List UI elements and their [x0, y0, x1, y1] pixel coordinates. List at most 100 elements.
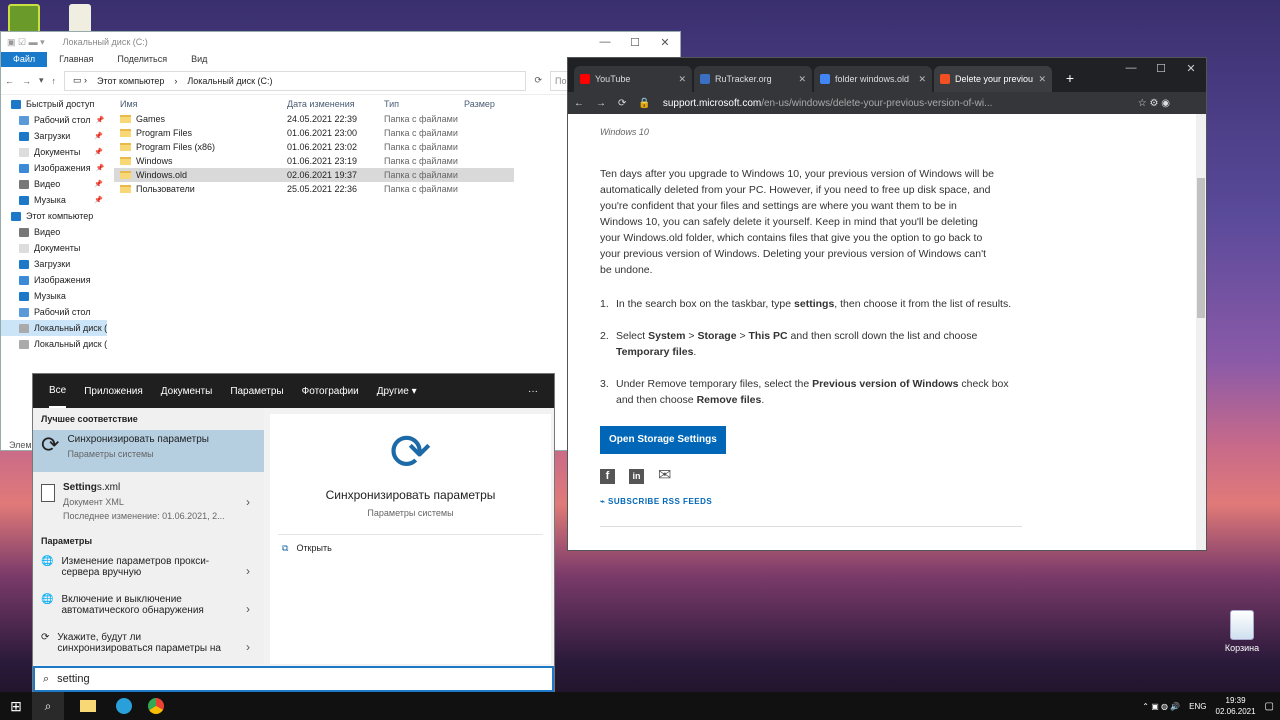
best-match-result[interactable]: ⟳ Синхронизировать параметры Параметры с…	[33, 430, 264, 472]
chrome-taskbar-icon[interactable]	[140, 692, 172, 720]
facebook-icon[interactable]: f	[600, 468, 615, 484]
file-result-title-match: Setting	[63, 482, 97, 493]
rss-feeds-link[interactable]: ⌁ SUBSCRIBE RSS FEEDS	[600, 494, 1164, 510]
back-arrow-icon[interactable]: ←	[5, 76, 14, 86]
notification-icon[interactable]: ▢	[1265, 701, 1274, 712]
tab-title: RuTracker.org	[715, 74, 772, 84]
bookmark-star-icon[interactable]: ☆ ⚙ ◉	[1138, 98, 1170, 109]
nav-item[interactable]: Изображения	[1, 272, 107, 288]
tab-close-icon[interactable]: ✕	[918, 74, 926, 85]
browser-tab[interactable]: RuTracker.org ✕	[694, 66, 812, 92]
file-row[interactable]: Program Files 01.06.2021 23:00 Папка с фай…	[114, 126, 514, 140]
file-row[interactable]: Games 24.05.2021 22:39 Папка с файлами	[114, 112, 514, 126]
telegram-taskbar-icon[interactable]	[108, 692, 140, 720]
settings-result[interactable]: 🌐 Изменение параметров прокси-сервера вру…	[33, 552, 264, 590]
nav-item[interactable]: Локальный диск (D	[1, 336, 107, 352]
file-result[interactable]: Settings.xml Документ XML Последнее изме…	[33, 478, 264, 526]
reload-icon[interactable]: ⟳	[618, 98, 626, 109]
file-row[interactable]: Windows 01.06.2021 23:19 Папка с файлами	[114, 154, 514, 168]
tab-photos[interactable]: Фотографии	[302, 386, 359, 397]
nav-item[interactable]: Музыка	[1, 288, 107, 304]
column-name[interactable]: Имя	[114, 99, 287, 109]
browser-tab[interactable]: YouTube ✕	[574, 66, 692, 92]
tray-icons[interactable]: ⌃ ▣ ◍ 🔊	[1142, 702, 1180, 711]
file-row[interactable]: Program Files (x86) 01.06.2021 23:02 Папка…	[114, 140, 514, 154]
nav-item[interactable]: Изображения 📌	[1, 160, 107, 176]
column-date[interactable]: Дата изменения	[287, 99, 384, 109]
column-type[interactable]: Тип	[384, 99, 464, 109]
chevron-down-icon[interactable]: ▾	[39, 75, 44, 86]
minimize-button[interactable]: —	[1116, 58, 1146, 78]
settings-result[interactable]: ⟳ Укажите, будут ли синхронизироваться пар…	[33, 628, 264, 666]
tab-documents[interactable]: Документы	[161, 386, 213, 397]
email-icon[interactable]: ✉	[658, 468, 671, 484]
chevron-right-icon[interactable]: ›	[246, 495, 250, 509]
refresh-icon[interactable]: ⟳	[534, 75, 542, 86]
nav-item[interactable]: Видео 📌	[1, 176, 107, 192]
tab-close-icon[interactable]: ✕	[1038, 74, 1046, 85]
more-options-icon[interactable]: ···	[528, 386, 538, 397]
clock[interactable]: 19:39 02.06.2021	[1216, 695, 1256, 717]
tab-other[interactable]: Другие ▾	[377, 386, 417, 397]
start-windows-icon[interactable]: ⊞	[0, 692, 32, 720]
nav-item[interactable]: Локальный диск (C	[1, 320, 107, 336]
maximize-button[interactable]: ☐	[1146, 58, 1176, 78]
breadcrumb[interactable]: ▭ › Этот компьютер › Локальный диск (C:)	[64, 70, 527, 91]
language-indicator[interactable]: ENG	[1189, 702, 1206, 711]
maximize-button[interactable]: ☐	[620, 32, 650, 52]
nav-item[interactable]: Документы	[1, 240, 107, 256]
nav-item[interactable]: Видео	[1, 224, 107, 240]
forward-icon[interactable]: →	[596, 98, 606, 109]
nav-item[interactable]: Музыка 📌	[1, 192, 107, 208]
file-type: Папка с файлами	[384, 170, 458, 180]
close-button[interactable]: ✕	[1176, 58, 1206, 78]
tab-settings[interactable]: Параметры	[230, 386, 283, 397]
breadcrumb-this-pc[interactable]: Этот компьютер	[97, 76, 164, 86]
tab-share[interactable]: Поделиться	[105, 52, 179, 67]
url-bar[interactable]: support.microsoft.com/en-us/windows/dele…	[663, 98, 993, 109]
nav-item[interactable]: Быстрый доступ	[1, 96, 107, 112]
tab-close-icon[interactable]: ✕	[678, 74, 686, 85]
breadcrumb-drive-c[interactable]: Локальный диск (C:)	[187, 76, 272, 86]
file-name: Games	[136, 114, 166, 124]
browser-tab[interactable]: folder windows.old ✕	[814, 66, 932, 92]
tab-all[interactable]: Все	[49, 374, 67, 408]
nav-item[interactable]: Этот компьютер	[1, 208, 107, 224]
close-button[interactable]: ✕	[650, 32, 680, 52]
tab-view[interactable]: Вид	[179, 52, 219, 67]
nav-item[interactable]: Документы 📌	[1, 144, 107, 160]
open-action[interactable]: ⧉ Открыть	[270, 535, 551, 562]
chevron-right-icon[interactable]: ›	[246, 564, 250, 578]
nav-item-icon	[19, 115, 29, 125]
chevron-right-icon[interactable]: ›	[246, 640, 250, 654]
nav-item[interactable]: Загрузки 📌	[1, 128, 107, 144]
linkedin-icon[interactable]: in	[629, 468, 644, 484]
new-tab-button[interactable]: +	[1060, 66, 1080, 92]
tab-home[interactable]: Главная	[47, 52, 105, 67]
recycle-bin-icon[interactable]: Корзина	[1222, 610, 1262, 653]
file-explorer-taskbar-icon[interactable]	[68, 692, 108, 720]
nav-item[interactable]: Рабочий стол 📌	[1, 112, 107, 128]
settings-result[interactable]: 🌐 Включение и выключение автоматического о…	[33, 590, 264, 628]
back-icon[interactable]: ←	[574, 98, 584, 109]
taskbar-search-input[interactable]: ⌕ setting	[33, 666, 554, 692]
minimize-button[interactable]: —	[590, 32, 620, 52]
chevron-right-icon[interactable]: ›	[246, 602, 250, 616]
search-taskbar-icon[interactable]: ⌕	[32, 692, 64, 720]
tab-apps[interactable]: Приложения	[84, 386, 143, 397]
column-size[interactable]: Размер	[464, 99, 495, 109]
file-type: Папка с файлами	[384, 156, 458, 166]
preview-title: Синхронизировать параметры	[325, 488, 496, 502]
scrollbar-thumb[interactable]	[1197, 178, 1205, 318]
tab-close-icon[interactable]: ✕	[798, 74, 806, 85]
file-name-cell: Program Files	[114, 128, 287, 138]
file-row[interactable]: Windows.old 02.06.2021 19:37 Папка с файла…	[114, 168, 514, 182]
browser-tab[interactable]: Delete your previou ✕	[934, 66, 1052, 92]
tab-file[interactable]: Файл	[1, 52, 48, 67]
nav-item[interactable]: Загрузки	[1, 256, 107, 272]
file-row[interactable]: Пользователи 25.05.2021 22:36 Папка с файл…	[114, 182, 514, 196]
open-storage-settings-button[interactable]: Open Storage Settings	[600, 426, 726, 454]
nav-item[interactable]: Рабочий стол	[1, 304, 107, 320]
up-arrow-icon[interactable]: ↑	[52, 76, 57, 86]
forward-arrow-icon[interactable]: →	[22, 76, 31, 86]
